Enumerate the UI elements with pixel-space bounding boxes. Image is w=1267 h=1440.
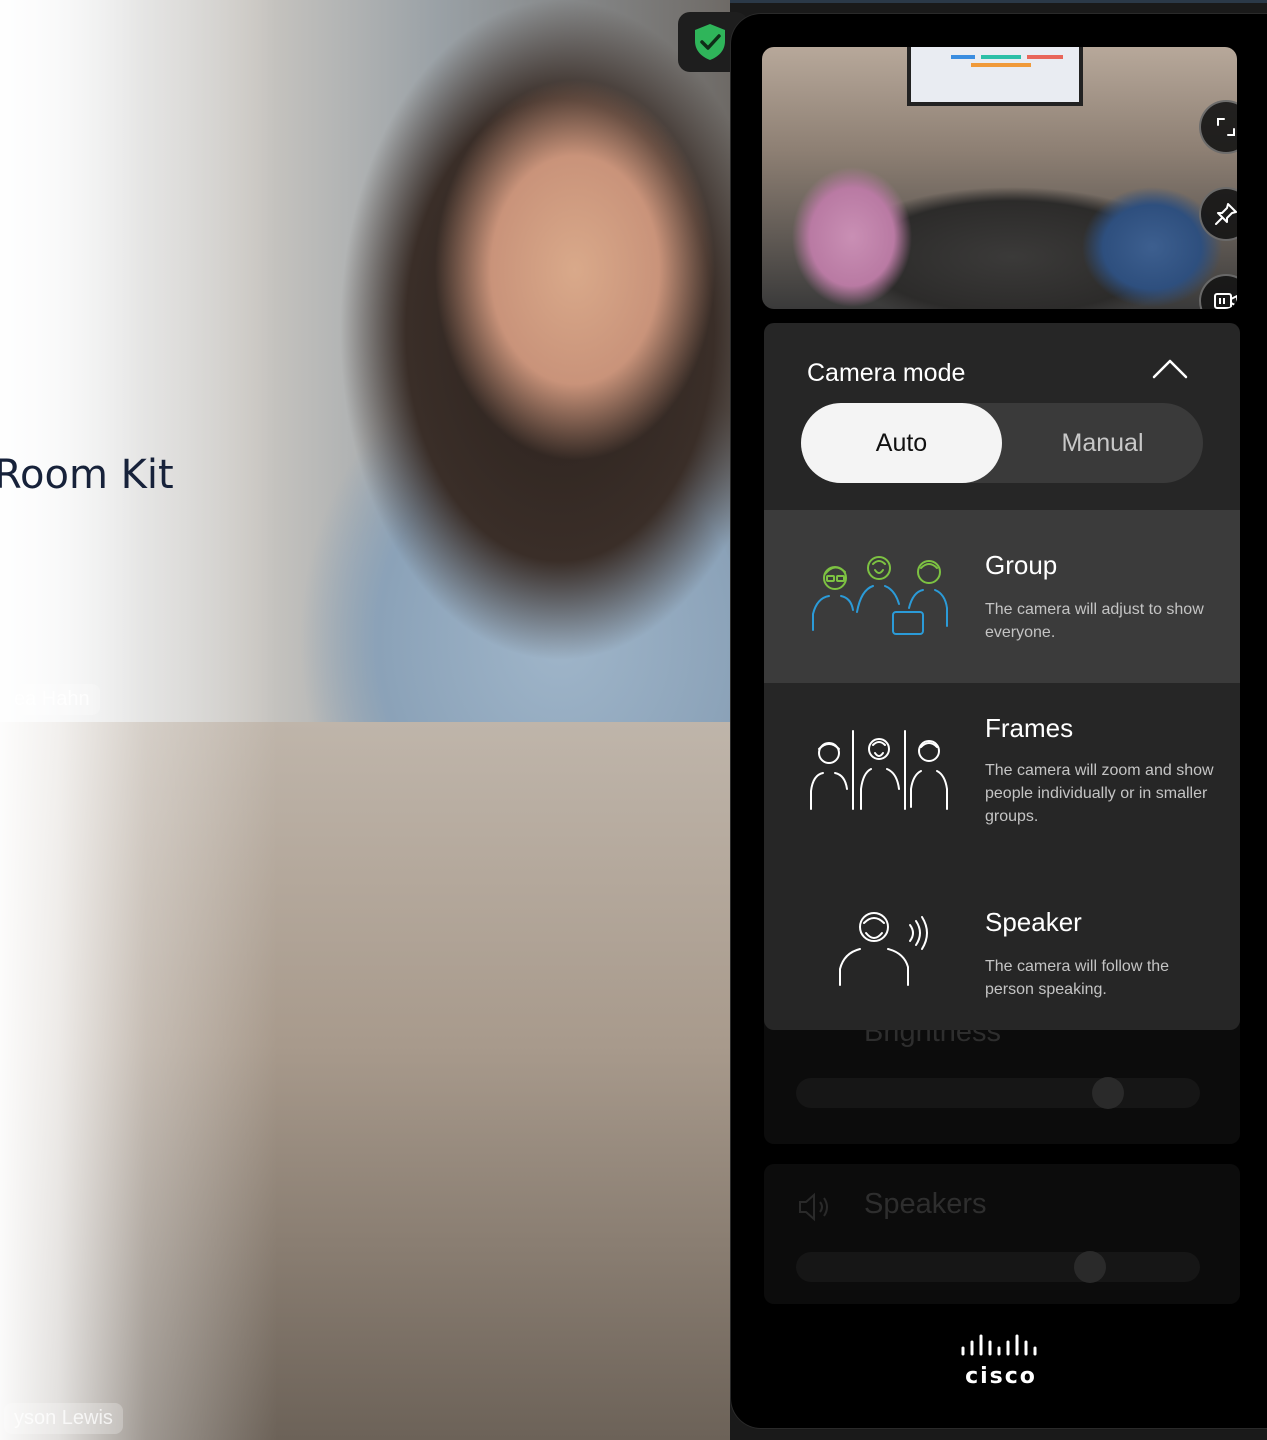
camera-control-panel: Brightness Speakers Camera mode Auto Man… (731, 14, 1267, 1428)
manual-option[interactable]: Manual (1002, 403, 1203, 483)
mode-speaker[interactable]: Speaker The camera will follow the perso… (764, 869, 1240, 1030)
room-display (907, 47, 1083, 106)
mode-description: The camera will zoom and show people ind… (985, 762, 1214, 825)
camera-control-button[interactable] (1199, 274, 1237, 309)
mode-name: Speaker (985, 907, 1082, 937)
fullscreen-button[interactable] (1199, 100, 1237, 154)
mode-frames[interactable]: Frames The camera will zoom and show peo… (764, 683, 1240, 869)
mode-description: The camera will follow the person speaki… (985, 958, 1170, 998)
speakers-slider (796, 1251, 1200, 1283)
pin-icon (1215, 203, 1237, 225)
brand-wordmark: cisco (965, 1364, 1037, 1389)
participant-name-tag: ea Hahn (4, 684, 100, 715)
room-title: Room Kit (0, 452, 174, 498)
group-people-icon (812, 556, 948, 635)
fullscreen-icon (1217, 118, 1235, 136)
speakers-setting: Speakers (764, 1164, 1240, 1304)
speaker-volume-icon (799, 1192, 828, 1222)
brightness-slider (796, 1077, 1200, 1109)
selfview-video[interactable] (762, 47, 1237, 309)
mode-name: Group (985, 550, 1058, 580)
camera-mode-dropdown: Camera mode Auto Manual Group The camera… (764, 323, 1240, 1030)
shield-check-icon (695, 24, 725, 60)
mode-group[interactable]: Group The camera will adjust to show eve… (764, 510, 1240, 683)
left-fade-overlay (0, 0, 730, 1440)
camera-control-icon (1214, 293, 1237, 309)
speaker-person-icon (839, 912, 928, 986)
mode-description: The camera will adjust to show everyone. (985, 601, 1204, 641)
chevron-up-icon[interactable] (1148, 349, 1192, 389)
mode-name: Frames (985, 713, 1074, 743)
participant-name-tag: yson Lewis (4, 1403, 123, 1434)
cisco-bars-icon (961, 1334, 1037, 1356)
frames-people-icon (810, 730, 948, 810)
cisco-logo: cisco (959, 1334, 1043, 1389)
camera-mode-title: Camera mode (807, 359, 966, 387)
speakers-label: Speakers (864, 1188, 987, 1220)
pin-button[interactable] (1199, 187, 1237, 241)
camera-mode-toggle: Auto Manual (801, 403, 1203, 483)
auto-option[interactable]: Auto (801, 403, 1002, 483)
